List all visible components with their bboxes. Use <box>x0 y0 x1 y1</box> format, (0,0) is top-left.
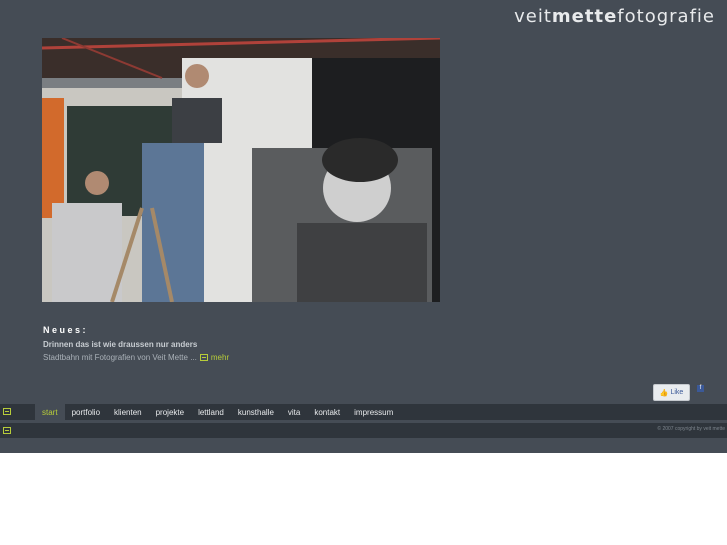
nav-item-start[interactable]: start <box>35 404 65 420</box>
news-title[interactable]: Drinnen das ist wie draussen nur anders <box>43 340 443 349</box>
logo-part-1: veit <box>514 6 552 27</box>
footer-bar: © 2007 copyright by veit mette <box>0 423 727 438</box>
footer-arrow-icon[interactable] <box>3 427 11 434</box>
nav-item-portfolio[interactable]: portfolio <box>65 404 107 420</box>
facebook-icon[interactable]: f <box>697 385 704 392</box>
logo-part-3: fotografie <box>617 6 715 27</box>
news-description-row: Stadtbahn mit Fotografien von Veit Mette… <box>43 353 443 362</box>
thumbs-up-icon: 👍 <box>659 389 669 397</box>
like-label: Like <box>670 389 684 396</box>
nav-items: start portfolio klienten projekte lettla… <box>35 404 400 420</box>
news-section: Neues: Drinnen das ist wie draussen nur … <box>43 325 443 362</box>
nav-item-kontakt[interactable]: kontakt <box>307 404 347 420</box>
facebook-like-button[interactable]: 👍 Like <box>653 384 690 401</box>
featured-photo[interactable] <box>42 38 440 302</box>
news-description: Stadtbahn mit Fotografien von Veit Mette… <box>43 353 197 362</box>
arrow-right-icon[interactable] <box>199 354 208 361</box>
nav-item-impressum[interactable]: impressum <box>347 404 400 420</box>
news-heading: Neues: <box>43 325 89 335</box>
logo-part-2: mette <box>551 6 618 27</box>
nav-item-kunsthalle[interactable]: kunsthalle <box>231 404 281 420</box>
site-logo[interactable]: veitmettefotografie <box>514 6 715 27</box>
nav-item-projekte[interactable]: projekte <box>149 404 191 420</box>
copyright-text: © 2007 copyright by veit mette <box>657 426 725 432</box>
more-link[interactable]: mehr <box>211 353 229 362</box>
nav-item-klienten[interactable]: klienten <box>107 404 149 420</box>
nav-arrow-icon[interactable] <box>3 408 11 415</box>
photo-illustration <box>42 38 440 302</box>
nav-item-vita[interactable]: vita <box>281 404 307 420</box>
nav-item-lettland[interactable]: lettland <box>191 404 231 420</box>
main-navigation: start portfolio klienten projekte lettla… <box>0 404 727 420</box>
